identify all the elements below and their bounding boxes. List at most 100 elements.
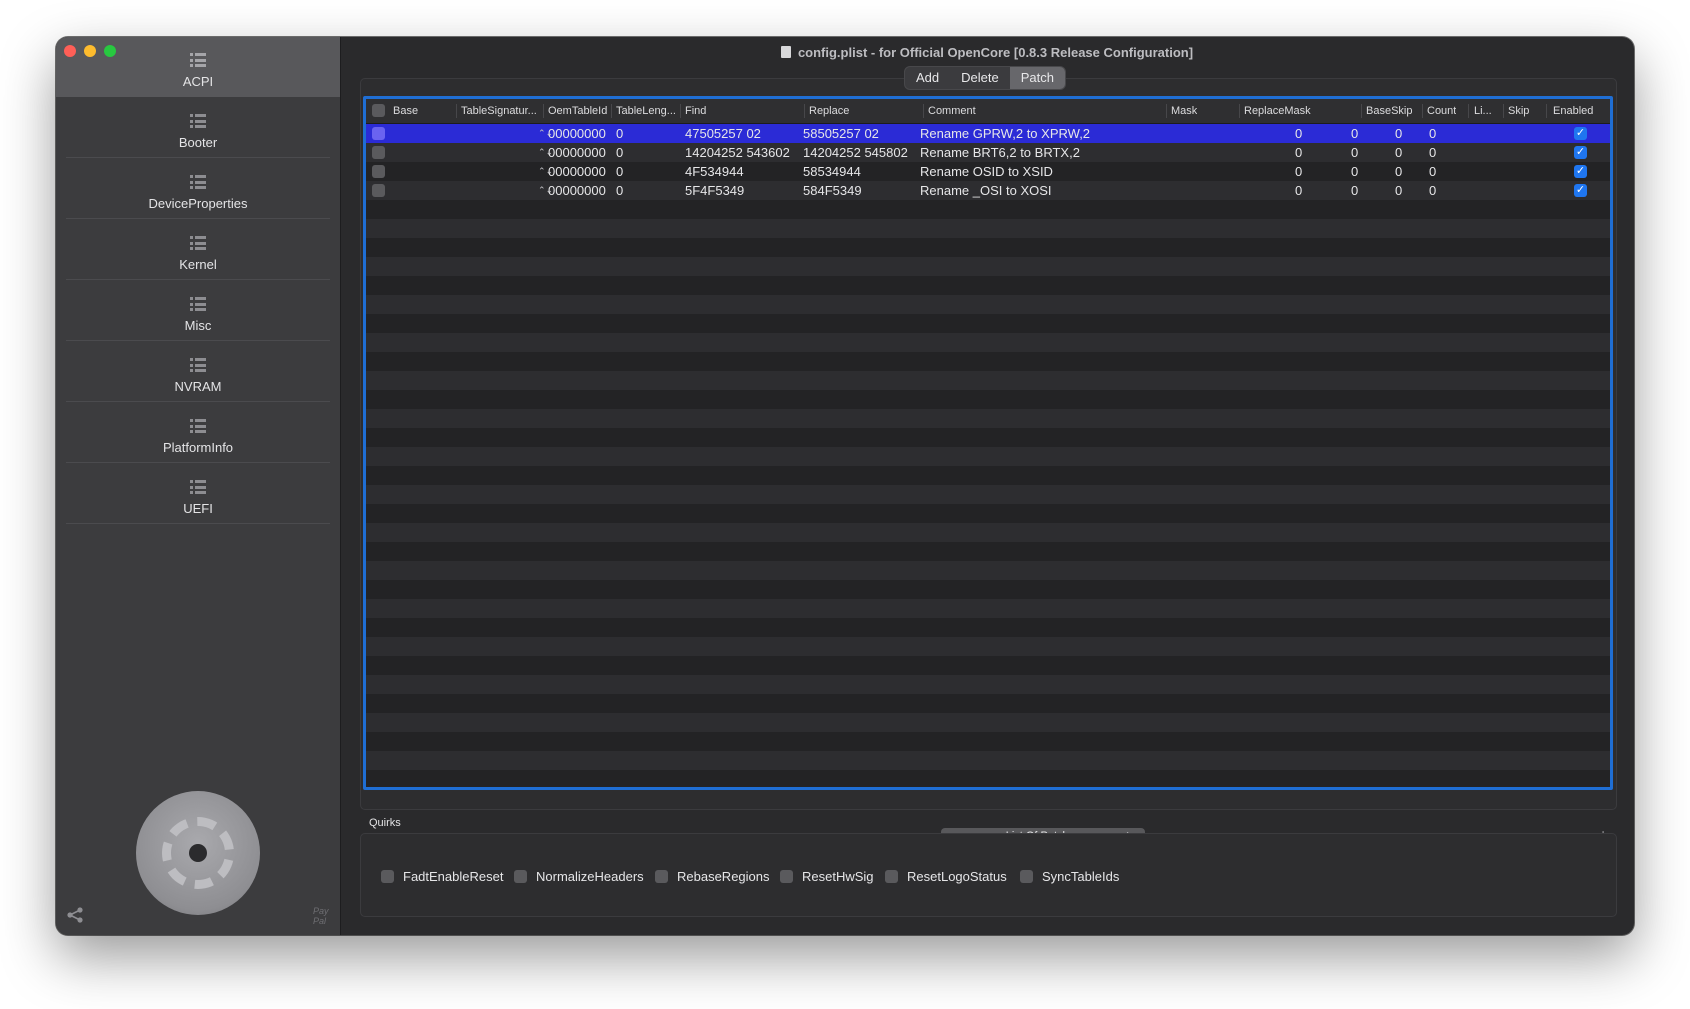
column-header[interactable]: OemTableId [548, 99, 607, 123]
quirk-resetlogostatus[interactable]: ResetLogoStatus [885, 869, 1007, 884]
base-skip-cell[interactable]: 0 [1295, 124, 1302, 143]
table-length-cell[interactable]: 0 [616, 124, 623, 143]
tab-add[interactable]: Add [905, 67, 950, 89]
tab-patch[interactable]: Patch [1009, 67, 1065, 89]
table-row[interactable]: ⌃⌄ 00000000 0 4F534944 58534944 Rename OSID t… [366, 162, 1610, 181]
limit-cell[interactable]: 0 [1395, 162, 1402, 181]
table-length-cell[interactable]: 0 [616, 162, 623, 181]
comment-cell[interactable]: Rename GPRW,2 to XPRW,2 [920, 124, 1090, 143]
limit-cell[interactable]: 0 [1395, 124, 1402, 143]
enabled-checkbox[interactable]: ✓ [1574, 165, 1587, 178]
quirk-label: ResetHwSig [802, 869, 874, 884]
column-header[interactable]: Count [1427, 99, 1456, 123]
replace-cell[interactable]: 14204252 545802 [803, 143, 908, 162]
base-checkbox[interactable] [372, 184, 385, 197]
column-header[interactable]: Li... [1474, 99, 1492, 123]
table-stripe [366, 751, 1610, 770]
paypal-logo[interactable]: Pay Pal [313, 906, 333, 926]
share-icon[interactable] [66, 906, 84, 924]
column-header[interactable]: Find [685, 99, 706, 123]
tab-delete[interactable]: Delete [950, 67, 1010, 89]
enabled-checkbox[interactable]: ✓ [1574, 127, 1587, 140]
table-stripe [366, 504, 1610, 523]
limit-cell[interactable]: 0 [1395, 143, 1402, 162]
zoom-button[interactable] [104, 45, 116, 57]
find-cell[interactable]: 47505257 02 [685, 124, 761, 143]
quirk-checkbox[interactable] [655, 870, 668, 883]
quirk-checkbox[interactable] [514, 870, 527, 883]
base-checkbox[interactable] [372, 165, 385, 178]
skip-cell[interactable]: 0 [1429, 143, 1436, 162]
replace-cell[interactable]: 58534944 [803, 162, 861, 181]
count-cell[interactable]: 0 [1351, 124, 1358, 143]
column-header[interactable]: Replace [809, 99, 849, 123]
count-cell[interactable]: 0 [1351, 181, 1358, 200]
select-all-checkbox[interactable] [372, 104, 385, 117]
sidebar-item-nvram[interactable]: NVRAM [56, 342, 340, 402]
column-header[interactable]: Mask [1171, 99, 1197, 123]
column-header[interactable]: ReplaceMask [1244, 99, 1311, 123]
base-skip-cell[interactable]: 0 [1295, 143, 1302, 162]
oem-table-id-cell[interactable]: 00000000 [548, 143, 606, 162]
table-length-cell[interactable]: 0 [616, 181, 623, 200]
skip-cell[interactable]: 0 [1429, 124, 1436, 143]
sidebar-item-deviceproperties[interactable]: DeviceProperties [56, 159, 340, 219]
base-checkbox[interactable] [372, 127, 385, 140]
sidebar-divider [66, 157, 330, 158]
minimize-button[interactable] [84, 45, 96, 57]
enabled-checkbox[interactable]: ✓ [1574, 146, 1587, 159]
quirk-synctableids[interactable]: SyncTableIds [1020, 869, 1119, 884]
table-row[interactable]: ⌃⌄ 00000000 0 5F4F5349 584F5349 Rename _OSI t… [366, 181, 1610, 200]
column-header[interactable]: Enabled [1553, 99, 1593, 123]
replace-cell[interactable]: 58505257 02 [803, 124, 879, 143]
sidebar-item-label: NVRAM [174, 379, 222, 394]
find-cell[interactable]: 14204252 543602 [685, 143, 790, 162]
quirk-checkbox[interactable] [885, 870, 898, 883]
replace-cell[interactable]: 584F5349 [803, 181, 862, 200]
count-cell[interactable]: 0 [1351, 162, 1358, 181]
quirk-checkbox[interactable] [780, 870, 793, 883]
quirk-checkbox[interactable] [1020, 870, 1033, 883]
comment-cell[interactable]: Rename OSID to XSID [920, 162, 1053, 181]
limit-cell[interactable]: 0 [1395, 181, 1402, 200]
quirk-resethwsig[interactable]: ResetHwSig [780, 869, 874, 884]
close-button[interactable] [64, 45, 76, 57]
list-icon [190, 236, 206, 250]
quirk-label: FadtEnableReset [403, 869, 504, 884]
quirk-rebaseregions[interactable]: RebaseRegions [655, 869, 770, 884]
enabled-checkbox[interactable]: ✓ [1574, 184, 1587, 197]
table-stripe [366, 618, 1610, 637]
column-header[interactable]: BaseSkip [1366, 99, 1412, 123]
comment-cell[interactable]: Rename BRT6,2 to BRTX,2 [920, 143, 1080, 162]
base-checkbox[interactable] [372, 146, 385, 159]
column-header[interactable]: Base [393, 99, 418, 123]
quirk-fadtenablereset[interactable]: FadtEnableReset [381, 869, 503, 884]
table-length-cell[interactable]: 0 [616, 143, 623, 162]
sidebar-item-misc[interactable]: Misc [56, 281, 340, 341]
table-row[interactable]: ⌃⌄ 00000000 0 47505257 02 58505257 02 Rename … [366, 124, 1610, 143]
skip-cell[interactable]: 0 [1429, 181, 1436, 200]
table-row[interactable]: ⌃⌄ 00000000 0 14204252 543602 14204252 54580… [366, 143, 1610, 162]
find-cell[interactable]: 5F4F5349 [685, 181, 744, 200]
patch-table[interactable]: Base TableSignatur... OemTableId TableLeng.… [363, 96, 1613, 790]
base-skip-cell[interactable]: 0 [1295, 162, 1302, 181]
sidebar-item-kernel[interactable]: Kernel [56, 220, 340, 280]
quirk-checkbox[interactable] [381, 870, 394, 883]
count-cell[interactable]: 0 [1351, 143, 1358, 162]
column-header[interactable]: Skip [1508, 99, 1529, 123]
app-window: ACPI Booter DeviceProperties Kernel Misc NVRA… [56, 37, 1634, 935]
oem-table-id-cell[interactable]: 00000000 [548, 162, 606, 181]
find-cell[interactable]: 4F534944 [685, 162, 744, 181]
base-skip-cell[interactable]: 0 [1295, 181, 1302, 200]
oem-table-id-cell[interactable]: 00000000 [548, 181, 606, 200]
column-header[interactable]: TableSignatur... [461, 99, 537, 123]
skip-cell[interactable]: 0 [1429, 162, 1436, 181]
column-header[interactable]: TableLeng... [616, 99, 676, 123]
quirk-normalizeheaders[interactable]: NormalizeHeaders [514, 869, 644, 884]
sidebar-item-uefi[interactable]: UEFI [56, 464, 340, 524]
comment-cell[interactable]: Rename _OSI to XOSI [920, 181, 1052, 200]
sidebar-item-platforminfo[interactable]: PlatformInfo [56, 403, 340, 463]
sidebar-item-booter[interactable]: Booter [56, 98, 340, 158]
column-header[interactable]: Comment [928, 99, 976, 123]
oem-table-id-cell[interactable]: 00000000 [548, 124, 606, 143]
